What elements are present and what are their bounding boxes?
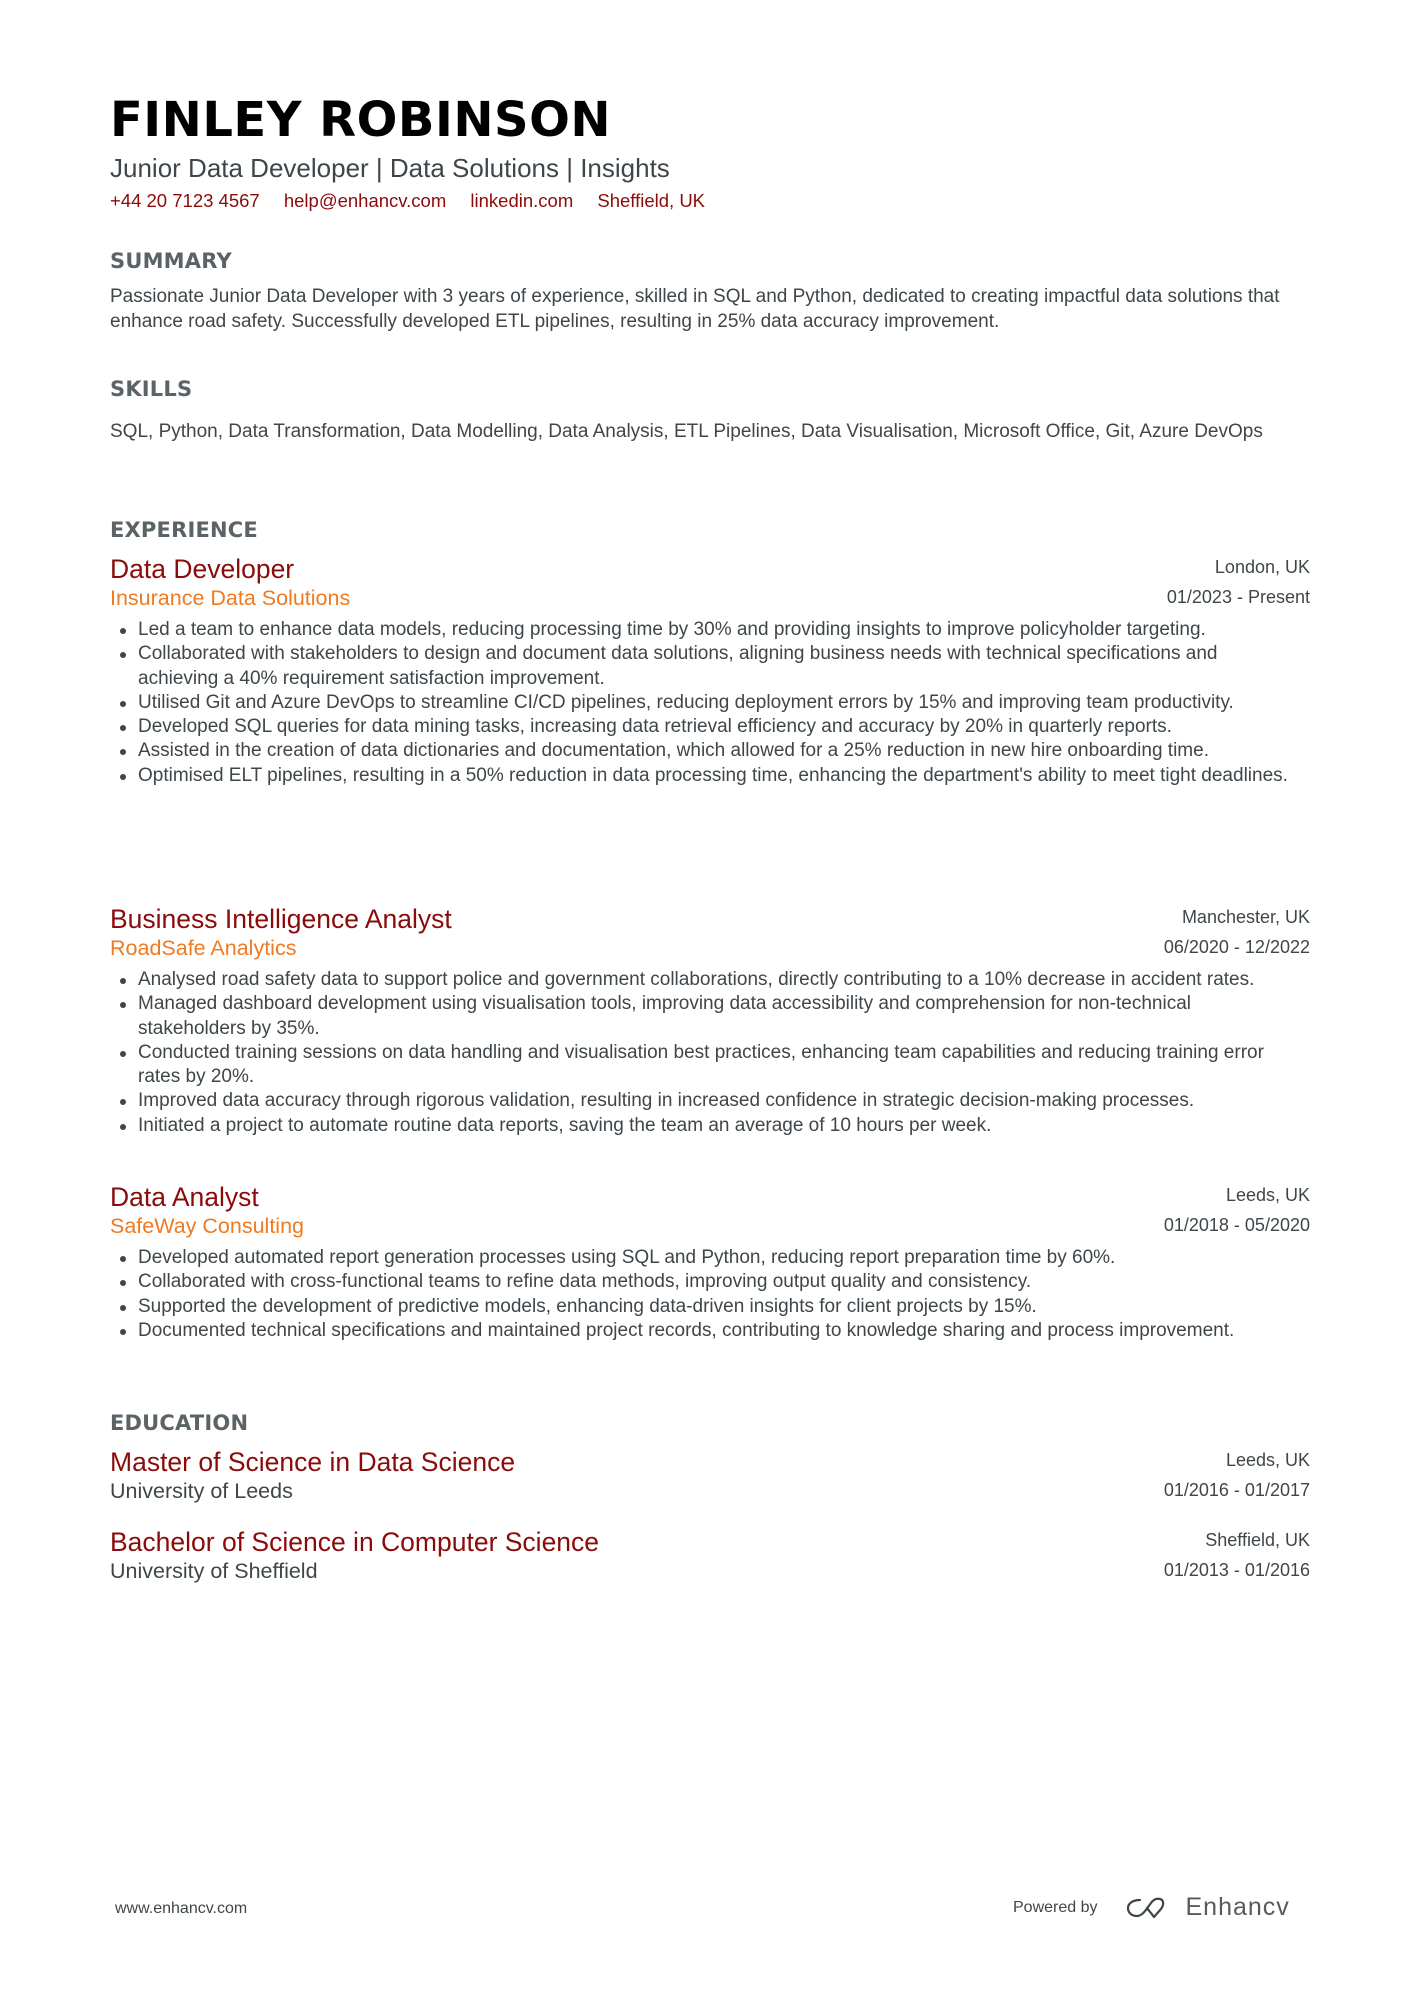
- job-location: London, UK: [1214, 557, 1310, 577]
- job-bullets: Led a team to enhance data models, reduc…: [110, 618, 1310, 788]
- summary-heading: SUMMARY: [110, 249, 232, 273]
- job-location: Manchester, UK: [1181, 907, 1310, 927]
- bullet-item: Conducted training sessions on data hand…: [120, 1041, 1310, 1090]
- bullet-item: Collaborated with cross-functional teams…: [120, 1270, 1310, 1294]
- bullet-item: Collaborated with stakeholders to design…: [120, 642, 1310, 691]
- skills-text: SQL, Python, Data Transformation, Data M…: [110, 421, 1263, 442]
- bullet-item: Assisted in the creation of data diction…: [120, 739, 1310, 763]
- bullet-item: Developed automated report generation pr…: [120, 1246, 1310, 1270]
- job-title: Business Intelligence Analyst: [110, 904, 452, 934]
- job-title: Data Analyst: [110, 1182, 259, 1212]
- education-dates: 01/2016 - 01/2017: [1163, 1480, 1310, 1500]
- powered-by-label: Powered by: [1013, 1898, 1098, 1916]
- education-heading: EDUCATION: [110, 1411, 249, 1435]
- school-name: University of Leeds: [110, 1479, 293, 1503]
- bullet-item: Optimised ELT pipelines, resulting in a …: [120, 764, 1310, 788]
- footer-branding: Powered by Enhancv: [1013, 1893, 1290, 1922]
- bullet-item: Initiated a project to automate routine …: [120, 1114, 1310, 1138]
- job-location: Leeds, UK: [1225, 1185, 1310, 1205]
- company-name: Insurance Data Solutions: [110, 586, 351, 610]
- enhancv-brand-name[interactable]: Enhancv: [1186, 1893, 1290, 1922]
- education-dates: 01/2013 - 01/2016: [1163, 1560, 1310, 1580]
- phone-link[interactable]: +44 20 7123 4567: [110, 190, 260, 211]
- job-dates: 01/2018 - 05/2020: [1163, 1215, 1310, 1235]
- bullet-item: Managed dashboard development using visu…: [120, 992, 1310, 1041]
- skills-heading: SKILLS: [110, 377, 193, 401]
- enhancv-logo-icon: [1126, 1897, 1164, 1918]
- school-location: Sheffield, UK: [1205, 1530, 1310, 1550]
- job-title: Data Developer: [110, 554, 295, 584]
- headline: Junior Data Developer | Data Solutions |…: [110, 153, 670, 183]
- bullet-item: Documented technical specifications and …: [120, 1319, 1310, 1343]
- degree-title: Bachelor of Science in Computer Science: [110, 1527, 600, 1557]
- experience-heading: EXPERIENCE: [110, 518, 258, 542]
- bullet-item: Improved data accuracy through rigorous …: [120, 1089, 1310, 1113]
- degree-title: Master of Science in Data Science: [110, 1447, 516, 1477]
- footer-website-link[interactable]: www.enhancv.com: [115, 1900, 247, 1918]
- linkedin-link[interactable]: linkedin.com: [470, 190, 573, 211]
- job-dates: 01/2023 - Present: [1166, 587, 1310, 607]
- summary-text: Passionate Junior Data Developer with 3 …: [110, 286, 1280, 332]
- bullet-item: Supported the development of predictive …: [120, 1295, 1310, 1319]
- company-name: SafeWay Consulting: [110, 1214, 304, 1238]
- email-link[interactable]: help@enhancv.com: [284, 190, 446, 211]
- bullet-item: Utilised Git and Azure DevOps to streaml…: [120, 691, 1310, 715]
- candidate-name: FINLEY ROBINSON: [110, 92, 612, 148]
- school-name: University of Sheffield: [110, 1559, 318, 1583]
- job-bullets: Analysed road safety data to support pol…: [110, 968, 1310, 1138]
- job-bullets: Developed automated report generation pr…: [110, 1246, 1310, 1343]
- bullet-item: Analysed road safety data to support pol…: [120, 968, 1310, 992]
- school-location: Leeds, UK: [1225, 1450, 1310, 1470]
- job-dates: 06/2020 - 12/2022: [1163, 937, 1310, 957]
- bullet-item: Led a team to enhance data models, reduc…: [120, 618, 1310, 642]
- bullet-item: Developed SQL queries for data mining ta…: [120, 715, 1310, 739]
- contact-bar: +44 20 7123 4567 help@enhancv.com linked…: [110, 190, 724, 211]
- company-name: RoadSafe Analytics: [110, 936, 297, 960]
- location-text: Sheffield, UK: [597, 190, 706, 211]
